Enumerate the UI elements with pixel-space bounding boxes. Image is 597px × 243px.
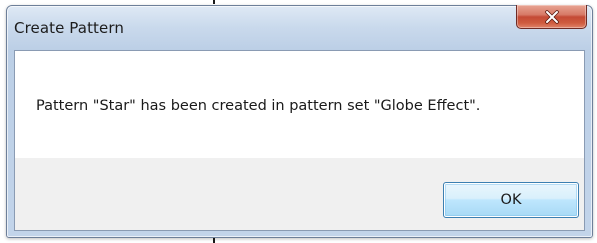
- dialog-title: Create Pattern: [14, 19, 124, 37]
- close-button[interactable]: [516, 5, 587, 29]
- message-area: Pattern "Star" has been created in patte…: [15, 51, 584, 158]
- background-mark-top: [213, 0, 215, 4]
- dialog-body: Pattern "Star" has been created in patte…: [14, 50, 585, 231]
- close-icon: [517, 5, 586, 28]
- background-mark-bottom: [213, 238, 215, 243]
- dialog-message: Pattern "Star" has been created in patte…: [36, 98, 481, 114]
- title-bar[interactable]: Create Pattern: [7, 5, 592, 48]
- dialog-window: Create Pattern Pattern "Star" has been c…: [6, 5, 593, 238]
- ok-button[interactable]: OK: [443, 182, 579, 218]
